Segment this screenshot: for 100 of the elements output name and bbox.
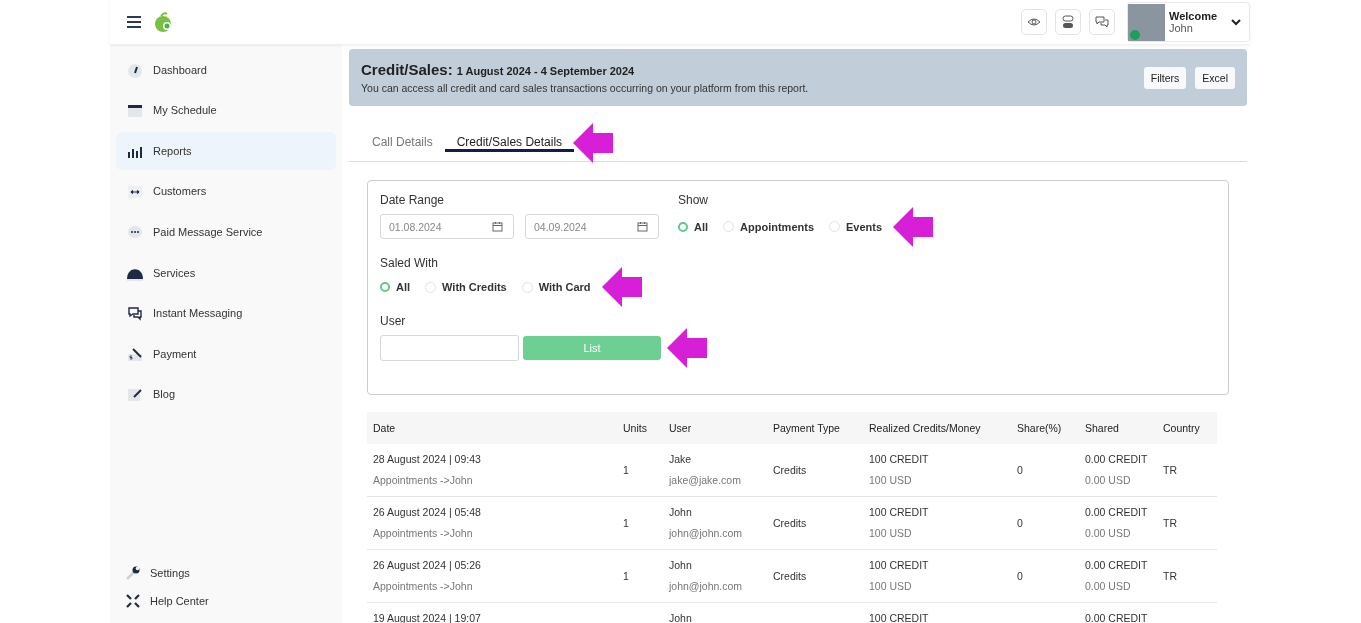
table-cell-text: 100 CREDIT bbox=[869, 453, 930, 465]
table-cell-text: 28 August 2024 | 09:43 bbox=[373, 453, 482, 465]
calendar-icon bbox=[492, 221, 503, 232]
tab[interactable]: Call Details bbox=[360, 135, 445, 153]
table-cell-text: 0.00 CREDIT bbox=[1085, 453, 1149, 465]
column-header: Country bbox=[1157, 412, 1217, 444]
table-cell-subtext: jake@jake.com bbox=[669, 474, 742, 486]
table-cell: 1 bbox=[617, 549, 663, 603]
excel-button[interactable]: Excel bbox=[1195, 66, 1235, 89]
table-cell-subtext: john@john.com bbox=[669, 527, 744, 539]
sidebar-footer-item[interactable]: Settings bbox=[116, 559, 336, 587]
table-cell-text: John bbox=[669, 559, 693, 571]
radio-option[interactable]: All bbox=[678, 220, 709, 233]
sidebar-item[interactable]: Services bbox=[116, 253, 336, 292]
welcome-label: Welcome bbox=[1169, 10, 1218, 22]
report-description: You can access all credit and card sales transactions occurring on your platform from this report. bbox=[361, 82, 810, 94]
table-cell-subtext: 0.00 USD bbox=[1085, 527, 1132, 539]
column-header: Shared bbox=[1079, 412, 1157, 444]
table-cell-text: Jake bbox=[669, 453, 693, 465]
radio-option[interactable]: All bbox=[380, 281, 411, 293]
table-cell-text: 26 August 2024 | 05:26 bbox=[373, 559, 482, 571]
table-cell-text: 100 CREDIT bbox=[869, 612, 930, 623]
table-cell-text: 0.00 CREDIT bbox=[1085, 506, 1149, 518]
table-cell-subtext: 100 USD bbox=[869, 474, 913, 486]
menu-icon bbox=[127, 16, 141, 28]
chat-bubbles-icon bbox=[1095, 15, 1109, 29]
toggle-button[interactable] bbox=[1055, 9, 1081, 35]
toggle-icon bbox=[1061, 15, 1075, 29]
column-header: Date bbox=[367, 412, 617, 444]
arrows-inward-icon bbox=[125, 593, 141, 609]
pointer-arrow-icon bbox=[667, 328, 707, 368]
sidebar-item-label: Instant Messaging bbox=[153, 307, 243, 320]
table-cell-subtext: 100 USD bbox=[869, 527, 913, 539]
table-cell-subtext: 100 USD bbox=[869, 580, 913, 592]
sidebar-item[interactable]: Instant Messaging bbox=[116, 294, 336, 333]
sidebar-item[interactable]: Customers bbox=[116, 172, 336, 211]
radio-option[interactable]: With Credits bbox=[425, 281, 507, 293]
sidebar-item[interactable]: Paid Message Service bbox=[116, 212, 336, 251]
sidebar-item[interactable]: Payment bbox=[116, 334, 336, 373]
radio-option[interactable]: Events bbox=[829, 220, 883, 233]
sidebar-item[interactable]: Reports bbox=[116, 131, 336, 170]
user-menu[interactable]: Welcome John bbox=[1127, 2, 1250, 42]
menu-item-icon bbox=[127, 183, 143, 200]
report-title: Credit/Sales: bbox=[361, 61, 453, 78]
chat-bubbles-button[interactable] bbox=[1089, 9, 1115, 35]
table-cell: 0 bbox=[1011, 496, 1079, 550]
menu-item-icon bbox=[127, 102, 143, 119]
eye-icon bbox=[1027, 15, 1041, 29]
column-header: Payment Type bbox=[767, 412, 863, 444]
table-cell: 1 bbox=[617, 444, 663, 497]
field-label: Saled With bbox=[380, 256, 440, 270]
filters-button[interactable]: Filters bbox=[1143, 66, 1187, 89]
table-cell: Credits bbox=[767, 444, 863, 497]
sidebar-item[interactable]: Blog bbox=[116, 375, 336, 414]
sidebar-item-label: Reports bbox=[153, 144, 192, 157]
menu-item-icon bbox=[127, 386, 143, 403]
sidebar-item-label: Payment bbox=[153, 347, 197, 360]
table-cell-subtext: Appointments ->John bbox=[373, 527, 474, 539]
sidebar-footer-item[interactable]: Help Center bbox=[116, 587, 336, 615]
sidebar-item[interactable]: My Schedule bbox=[116, 91, 336, 130]
pointer-arrow-icon bbox=[893, 206, 934, 247]
table-cell: 1 bbox=[617, 496, 663, 550]
sidebar-item[interactable]: Dashboard bbox=[116, 50, 336, 89]
table-cell-text: 100 CREDIT bbox=[869, 559, 930, 571]
radio-option[interactable]: With Card bbox=[521, 281, 591, 293]
sidebar-item-label: Paid Message Service bbox=[153, 225, 263, 238]
table-cell: TR bbox=[1157, 549, 1217, 603]
table-cell-subtext: john@john.com bbox=[669, 580, 744, 592]
menu-item-icon bbox=[127, 345, 143, 362]
table-cell-text: 0.00 CREDIT bbox=[1085, 559, 1149, 571]
radio-option[interactable]: Appointments bbox=[723, 220, 814, 233]
user-field[interactable] bbox=[380, 335, 519, 361]
field-label: Show bbox=[678, 193, 710, 207]
sidebar-item-label: Services bbox=[153, 266, 196, 279]
table-cell: TR bbox=[1157, 444, 1217, 497]
menu-item-icon bbox=[127, 305, 143, 322]
chevron-down-icon bbox=[1231, 18, 1241, 26]
table-cell-text: 0.00 CREDIT bbox=[1085, 612, 1149, 623]
table-cell-subtext: Appointments ->John bbox=[373, 580, 474, 592]
table-cell: 0 bbox=[1011, 549, 1079, 603]
calendar-icon bbox=[637, 221, 648, 232]
field-label: Date Range bbox=[380, 193, 446, 207]
sidebar-item-label: Blog bbox=[153, 388, 176, 401]
sidebar-item-label: Customers bbox=[153, 185, 207, 198]
pointer-arrow-icon bbox=[601, 267, 642, 307]
tab[interactable]: Credit/Sales Details bbox=[444, 135, 575, 153]
table-cell: Credits bbox=[767, 549, 863, 603]
table-cell: TR bbox=[1157, 496, 1217, 550]
wrench-icon bbox=[125, 565, 141, 581]
sidebar-item-label: My Schedule bbox=[153, 104, 217, 117]
table-cell-subtext: 0.00 USD bbox=[1085, 580, 1132, 592]
sidebar-item-label: Settings bbox=[150, 567, 190, 579]
date-field[interactable]: 01.08.2024 bbox=[380, 214, 514, 239]
report-date-range: 1 August 2024 - 4 September 2024 bbox=[456, 65, 635, 77]
eye-button[interactable] bbox=[1021, 9, 1047, 35]
table-cell-subtext: Appointments ->John bbox=[373, 474, 474, 486]
column-header: User bbox=[663, 412, 767, 444]
menu-item-icon bbox=[127, 61, 143, 78]
table-cell: 0 bbox=[1011, 444, 1079, 497]
date-field[interactable]: 04.09.2024 bbox=[525, 214, 659, 239]
